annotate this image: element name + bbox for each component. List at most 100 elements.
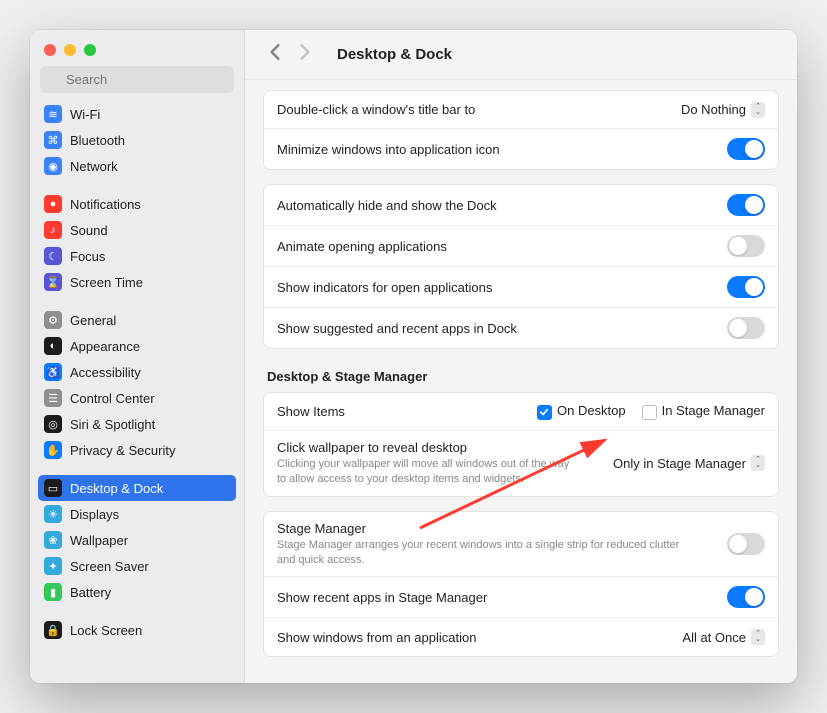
maximize-button[interactable] bbox=[84, 44, 96, 56]
network-icon: ◉ bbox=[44, 157, 62, 175]
show-items-checkboxes: On Desktop In Stage Manager bbox=[537, 403, 765, 419]
toolbar: Desktop & Dock bbox=[245, 30, 797, 80]
displays-icon: ☀ bbox=[44, 505, 62, 523]
popup-show-windows-app[interactable]: All at Once ⌃⌄ bbox=[682, 629, 765, 645]
sidebar-item-desktop-dock[interactable]: ▭Desktop & Dock bbox=[38, 475, 236, 501]
back-button[interactable] bbox=[263, 41, 287, 68]
sidebar-item-privacy-security[interactable]: ✋Privacy & Security bbox=[38, 437, 236, 463]
sidebar-item-displays[interactable]: ☀ Displays bbox=[38, 501, 236, 527]
checkbox-in-stage-manager-wrap[interactable]: In Stage Manager bbox=[642, 403, 765, 419]
siri-spotlight-icon: ◎ bbox=[44, 415, 62, 433]
row-double-click-a-window-s-title-bar-to: Double-click a window's title bar toDo N… bbox=[264, 91, 778, 129]
row-label: Show indicators for open applications bbox=[277, 280, 727, 295]
label-stage-manager: Stage Manager bbox=[277, 521, 727, 536]
search-input[interactable] bbox=[40, 66, 234, 93]
switch-stage-manager[interactable] bbox=[727, 533, 765, 555]
sidebar-item-label: Lock Screen bbox=[70, 623, 142, 638]
sidebar-item-label: Battery bbox=[70, 585, 111, 600]
sidebar-item-screen-saver[interactable]: ✦Screen Saver bbox=[38, 553, 236, 579]
row-minimize-windows-into-application-icon: Minimize windows into application icon bbox=[264, 129, 778, 169]
row-animate-opening-applications: Animate opening applications bbox=[264, 226, 778, 267]
sidebar-item-accessibility[interactable]: ♿Accessibility bbox=[38, 359, 236, 385]
wallpaper-icon: ❀ bbox=[44, 531, 62, 549]
section-desktop-stage-manager: Desktop & Stage Manager bbox=[263, 363, 779, 392]
sidebar-item-battery[interactable]: ▮Battery bbox=[38, 579, 236, 605]
sidebar-item-siri-spotlight[interactable]: ◎ Siri & Spotlight bbox=[38, 411, 236, 437]
row-show-windows-app: Show windows from an application All at … bbox=[264, 618, 778, 656]
checkbox-on-desktop[interactable] bbox=[537, 405, 552, 420]
sidebar-item-appearance[interactable]: ◐Appearance bbox=[38, 333, 236, 359]
row-click-wallpaper: Click wallpaper to reveal desktop Clicki… bbox=[264, 431, 778, 496]
row-label: Animate opening applications bbox=[277, 239, 727, 254]
group-desktop-stage: Show Items On Desktop In Stage Manager bbox=[263, 392, 779, 497]
label-show-items: Show Items bbox=[277, 404, 537, 419]
page-title: Desktop & Dock bbox=[337, 46, 452, 63]
row-automatically-hide-and-show-the-dock: Automatically hide and show the Dock bbox=[264, 185, 778, 226]
sidebar-item-control-center[interactable]: ☰Control Center bbox=[38, 385, 236, 411]
switch-minimize-windows-into-applicat[interactable] bbox=[727, 138, 765, 160]
sidebar-item-label: Privacy & Security bbox=[70, 443, 175, 458]
chevron-updown-icon: ⌃⌄ bbox=[751, 102, 765, 118]
checkbox-in-stage-manager[interactable] bbox=[642, 405, 657, 420]
sidebar-item-label: Network bbox=[70, 159, 118, 174]
forward-button[interactable] bbox=[293, 41, 317, 68]
sidebar-item-notifications[interactable]: ●Notifications bbox=[38, 191, 236, 217]
checkbox-on-desktop-wrap[interactable]: On Desktop bbox=[537, 403, 626, 419]
sidebar-item-label: Siri & Spotlight bbox=[70, 417, 155, 432]
focus-icon: ☾ bbox=[44, 247, 62, 265]
sidebar-item-network[interactable]: ◉ Network bbox=[38, 153, 236, 179]
settings-scroll[interactable]: Double-click a window's title bar toDo N… bbox=[245, 80, 797, 683]
row-show-items: Show Items On Desktop In Stage Manager bbox=[264, 393, 778, 431]
wi-fi-icon: ≋ bbox=[44, 105, 62, 123]
switch-recent-apps-sm[interactable] bbox=[727, 586, 765, 608]
minimize-button[interactable] bbox=[64, 44, 76, 56]
popup-value: Do Nothing bbox=[681, 102, 746, 117]
sidebar-item-label: Control Center bbox=[70, 391, 155, 406]
sidebar-item-focus[interactable]: ☾Focus bbox=[38, 243, 236, 269]
sidebar-item-wallpaper[interactable]: ❀ Wallpaper bbox=[38, 527, 236, 553]
label-recent-apps-sm: Show recent apps in Stage Manager bbox=[277, 590, 727, 605]
settings-window: ≋ Wi-Fi ⌘Bluetooth ◉ Network ●Notifications ♪ S… bbox=[30, 30, 797, 683]
sidebar-item-label: Wi-Fi bbox=[70, 107, 100, 122]
sidebar-item-wi-fi[interactable]: ≋ Wi-Fi bbox=[38, 101, 236, 127]
row-recent-apps-sm: Show recent apps in Stage Manager bbox=[264, 577, 778, 618]
popup-double-click-a-window-s-title-[interactable]: Do Nothing ⌃⌄ bbox=[681, 102, 765, 118]
sound-icon: ♪ bbox=[44, 221, 62, 239]
popup-click-wallpaper[interactable]: Only in Stage Manager ⌃⌄ bbox=[613, 455, 765, 471]
lock-screen-icon: 🔒 bbox=[44, 621, 62, 639]
sidebar-item-sound[interactable]: ♪ Sound bbox=[38, 217, 236, 243]
label-on-desktop: On Desktop bbox=[557, 403, 626, 418]
bluetooth-icon: ⌘ bbox=[44, 131, 62, 149]
popup-click-wallpaper-value: Only in Stage Manager bbox=[613, 456, 746, 471]
sidebar-item-label: Sound bbox=[70, 223, 108, 238]
desktop-dock-icon: ▭ bbox=[44, 479, 62, 497]
row-label: Double-click a window's title bar to bbox=[277, 102, 681, 117]
sidebar-item-lock-screen[interactable]: 🔒 Lock Screen bbox=[38, 617, 236, 643]
switch-animate-opening-applications[interactable] bbox=[727, 235, 765, 257]
switch-show-suggested-and-recent-apps[interactable] bbox=[727, 317, 765, 339]
label-click-wallpaper: Click wallpaper to reveal desktop bbox=[277, 440, 613, 455]
sidebar-item-general[interactable]: ⚙General bbox=[38, 307, 236, 333]
screen-time-icon: ⌛ bbox=[44, 273, 62, 291]
sidebar-item-label: Wallpaper bbox=[70, 533, 128, 548]
group-dock: Automatically hide and show the Dock Anim… bbox=[263, 184, 779, 349]
sidebar-item-label: Notifications bbox=[70, 197, 141, 212]
general-icon: ⚙ bbox=[44, 311, 62, 329]
switch-automatically-hide-and-show-th[interactable] bbox=[727, 194, 765, 216]
sidebar-item-label: Screen Saver bbox=[70, 559, 149, 574]
switch-show-indicators-for-open-appli[interactable] bbox=[727, 276, 765, 298]
popup-show-windows-value: All at Once bbox=[682, 630, 746, 645]
desc-click-wallpaper: Clicking your wallpaper will move all wi… bbox=[277, 457, 577, 487]
label-show-windows-app: Show windows from an application bbox=[277, 630, 682, 645]
close-button[interactable] bbox=[44, 44, 56, 56]
sidebar: ≋ Wi-Fi ⌘Bluetooth ◉ Network ●Notifications ♪ S… bbox=[30, 30, 245, 683]
sidebar-item-label: Displays bbox=[70, 507, 119, 522]
row-stage-manager: Stage Manager Stage Manager arranges you… bbox=[264, 512, 778, 578]
sidebar-item-screen-time[interactable]: ⌛Screen Time bbox=[38, 269, 236, 295]
group-stage-manager: Stage Manager Stage Manager arranges you… bbox=[263, 511, 779, 658]
sidebar-item-label: Accessibility bbox=[70, 365, 141, 380]
sidebar-item-bluetooth[interactable]: ⌘Bluetooth bbox=[38, 127, 236, 153]
chevron-updown-icon: ⌃⌄ bbox=[751, 629, 765, 645]
appearance-icon: ◐ bbox=[44, 337, 62, 355]
label-in-stage-manager: In Stage Manager bbox=[662, 403, 765, 418]
